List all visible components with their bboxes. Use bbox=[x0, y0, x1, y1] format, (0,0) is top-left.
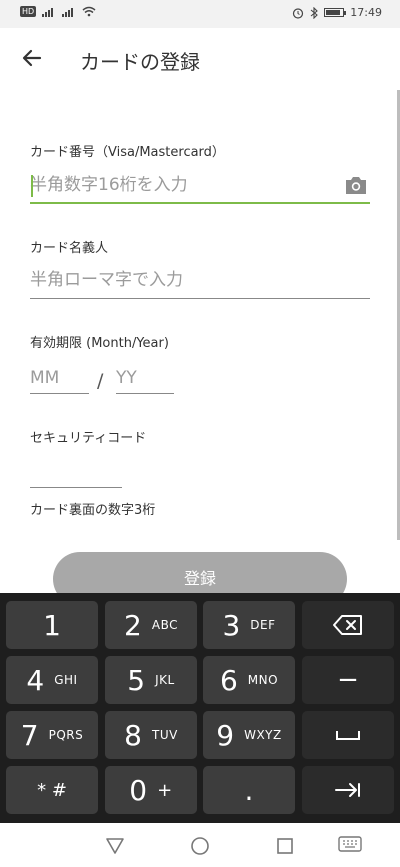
expiry-label: 有効期限 (Month/Year) bbox=[30, 336, 169, 351]
key-sublabel: JKL bbox=[155, 673, 175, 687]
home-circle-icon[interactable] bbox=[190, 836, 210, 856]
card-number-placeholder: 半角数字16桁を入力 bbox=[30, 175, 188, 195]
back-triangle-icon[interactable] bbox=[105, 837, 125, 855]
signal-icon bbox=[42, 7, 54, 17]
key-0-0[interactable]: 1 bbox=[6, 601, 98, 649]
key-label: 0 bbox=[129, 773, 148, 807]
key-0-1[interactable]: 2 ABC bbox=[105, 601, 197, 649]
battery-icon bbox=[324, 8, 347, 17]
key-sublabel: MNO bbox=[247, 673, 279, 687]
card-number-input[interactable]: 半角数字16桁を入力 bbox=[30, 170, 370, 204]
camera-icon[interactable] bbox=[344, 174, 368, 196]
key-sublabel: ABC bbox=[151, 618, 178, 632]
app-header: カードの登録 bbox=[0, 28, 400, 92]
key-3-0[interactable]: * # bbox=[6, 766, 98, 814]
wifi-icon bbox=[82, 6, 96, 17]
card-number-label: カード番号（Visa/Mastercard） bbox=[30, 145, 225, 160]
expiry-separator: / bbox=[97, 370, 104, 392]
battery-fill bbox=[326, 10, 341, 15]
key-label: 4 bbox=[26, 663, 45, 697]
key-label: 8 bbox=[124, 718, 142, 752]
key-sublabel: DEF bbox=[250, 618, 276, 632]
signal-icon-2 bbox=[62, 7, 74, 17]
alarm-icon bbox=[293, 7, 304, 19]
hd-badge: HD bbox=[20, 6, 37, 17]
card-holder-placeholder: 半角ローマ字で入力 bbox=[30, 270, 183, 290]
expiry-year-input[interactable]: YY bbox=[116, 364, 174, 394]
key-label: 9 bbox=[216, 718, 235, 752]
card-holder-label: カード名義人 bbox=[30, 241, 109, 256]
status-left: HD bbox=[20, 6, 96, 17]
key-1-0[interactable]: 4 GHI bbox=[6, 656, 98, 704]
status-bar: HD 17:49 bbox=[0, 0, 400, 28]
expiry-month-placeholder: MM bbox=[30, 368, 60, 388]
space-key[interactable] bbox=[302, 711, 394, 759]
key-label: 6 bbox=[219, 663, 238, 697]
key-label: * # bbox=[37, 779, 67, 801]
navigation-bar bbox=[0, 823, 400, 867]
bluetooth-icon bbox=[310, 6, 319, 19]
security-code-input[interactable] bbox=[30, 458, 122, 488]
key-3-2[interactable]: . bbox=[203, 766, 295, 814]
backspace-icon bbox=[333, 615, 362, 635]
key-label: 5 bbox=[127, 663, 146, 697]
key-label: 1 bbox=[43, 608, 61, 642]
key-2-2[interactable]: 9 WXYZ bbox=[203, 711, 295, 759]
key-2-0[interactable]: 7 PQRS bbox=[6, 711, 98, 759]
space-icon bbox=[336, 731, 360, 740]
key-0-2[interactable]: 3 DEF bbox=[203, 601, 295, 649]
minus-icon: − bbox=[337, 665, 359, 695]
back-arrow-icon[interactable] bbox=[20, 46, 44, 70]
key-label: 3 bbox=[222, 608, 241, 642]
key-1-2[interactable]: 6 MNO bbox=[203, 656, 295, 704]
key-1-1[interactable]: 5 JKL bbox=[105, 656, 197, 704]
minus-key[interactable]: − bbox=[302, 656, 394, 704]
expiry-month-input[interactable]: MM bbox=[30, 364, 89, 394]
tab-key[interactable] bbox=[302, 766, 394, 814]
tab-icon bbox=[335, 783, 360, 797]
security-code-hint: カード裏面の数字3桁 bbox=[30, 503, 156, 518]
key-label: 2 bbox=[124, 608, 142, 642]
text-caret bbox=[31, 175, 33, 197]
expiry-year-placeholder: YY bbox=[116, 368, 137, 388]
card-holder-input[interactable]: 半角ローマ字で入力 bbox=[30, 265, 370, 299]
key-sublabel: TUV bbox=[152, 728, 178, 742]
numeric-keyboard: − 1 2 ABC 3 DEF 4 GHI 5 JKL 6 MNO 7 PQRS 8 TUV 9 WXYZ * #… bbox=[0, 593, 400, 823]
status-time: 17:49 bbox=[350, 6, 382, 19]
recents-square-icon[interactable] bbox=[276, 837, 294, 855]
backspace-key[interactable] bbox=[302, 601, 394, 649]
key-sublabel: + bbox=[157, 779, 173, 801]
key-3-1[interactable]: 0 + bbox=[105, 766, 197, 814]
keyboard-icon[interactable] bbox=[338, 836, 362, 854]
key-label: 7 bbox=[20, 718, 39, 752]
page-title: カードの登録 bbox=[80, 50, 200, 74]
key-2-1[interactable]: 8 TUV bbox=[105, 711, 197, 759]
key-sublabel: PQRS bbox=[48, 728, 84, 742]
key-sublabel: WXYZ bbox=[244, 728, 282, 742]
security-code-label: セキュリティコード bbox=[30, 431, 147, 446]
key-sublabel: GHI bbox=[54, 673, 78, 687]
status-right: 17:49 bbox=[292, 6, 382, 19]
key-label: . bbox=[244, 773, 254, 807]
